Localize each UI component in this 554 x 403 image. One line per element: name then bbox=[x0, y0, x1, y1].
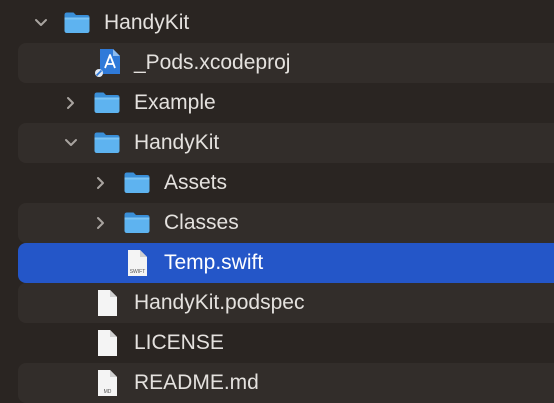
tree-item-label: Classes bbox=[164, 211, 239, 234]
swift-file-icon: SWIFT bbox=[126, 249, 148, 282]
folder-icon bbox=[123, 211, 151, 239]
document-icon bbox=[96, 289, 118, 322]
folder-icon bbox=[63, 11, 91, 39]
tree-item-label: HandyKit.podspec bbox=[134, 291, 305, 314]
folder-icon bbox=[93, 91, 121, 119]
tree-item-example[interactable]: Example bbox=[18, 83, 554, 123]
chevron-right-icon[interactable] bbox=[61, 93, 81, 113]
folder-icon bbox=[123, 171, 151, 199]
folder-icon bbox=[93, 131, 121, 159]
chevron-down-icon[interactable] bbox=[61, 133, 81, 153]
tree-item-license[interactable]: LICENSE bbox=[18, 323, 554, 363]
file-type-tag: MD bbox=[104, 389, 112, 395]
tree-item-assets[interactable]: Assets bbox=[18, 163, 554, 203]
tree-item-label: _Pods.xcodeproj bbox=[134, 51, 291, 74]
file-type-tag: SWIFT bbox=[130, 269, 146, 275]
markdown-file-icon: MD bbox=[96, 369, 118, 402]
document-icon bbox=[96, 329, 118, 362]
tree-item-pods-xcodeproj[interactable]: _Pods.xcodeproj bbox=[18, 43, 554, 83]
tree-item-label: Example bbox=[134, 91, 216, 114]
tree-item-readme[interactable]: MD README.md bbox=[18, 363, 554, 403]
chevron-right-icon[interactable] bbox=[91, 173, 111, 193]
tree-item-label: Temp.swift bbox=[164, 251, 264, 274]
tree-item-label: README.md bbox=[134, 371, 259, 394]
tree-item-classes[interactable]: Classes bbox=[18, 203, 554, 243]
xcodeproj-icon bbox=[94, 48, 124, 83]
tree-item-label: HandyKit bbox=[134, 131, 220, 154]
chevron-down-icon[interactable] bbox=[31, 13, 51, 33]
tree-item-label: HandyKit bbox=[104, 11, 190, 34]
tree-item-label: Assets bbox=[164, 171, 228, 194]
tree-item-handykit-podspec[interactable]: HandyKit.podspec bbox=[18, 283, 554, 323]
tree-item-label: LICENSE bbox=[134, 331, 224, 354]
tree-item-handykit-root[interactable]: HandyKit bbox=[18, 3, 554, 43]
chevron-right-icon[interactable] bbox=[91, 213, 111, 233]
tree-item-temp-swift[interactable]: SWIFT Temp.swift bbox=[18, 243, 554, 283]
tree-item-handykit[interactable]: HandyKit bbox=[18, 123, 554, 163]
